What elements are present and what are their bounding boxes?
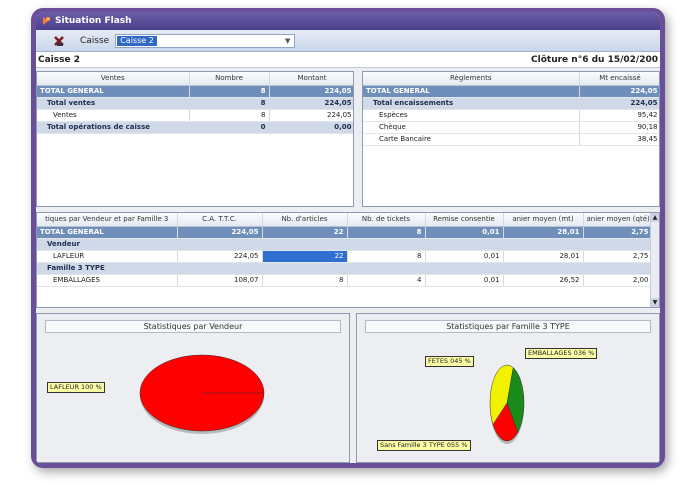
- selected-cell[interactable]: 22: [262, 250, 348, 263]
- row-label: TOTAL GENERAL: [363, 85, 580, 98]
- row-label: Ventes: [37, 109, 190, 122]
- cell: 2,75: [583, 226, 653, 239]
- row-label: Carte Bancaire: [363, 133, 580, 146]
- row-montant: 224,05: [579, 85, 659, 98]
- scroll-down-icon[interactable]: ▼: [651, 298, 659, 307]
- table-row[interactable]: Total opérations de caisse 0 0,00: [37, 121, 353, 134]
- cell: 2,00: [583, 274, 653, 287]
- cell: 26,52: [503, 274, 584, 287]
- table-row[interactable]: Chèque 90,18: [363, 121, 659, 134]
- row-montant: 224,05: [269, 109, 353, 122]
- col-ca-ttc[interactable]: C.A. T.T.C.: [177, 213, 263, 227]
- cell: 224,05: [177, 250, 263, 263]
- chevron-down-icon[interactable]: ▼: [283, 37, 292, 46]
- reglements-table: Règlements Mt encaissé TOTAL GENERAL 224…: [362, 71, 660, 207]
- table-row[interactable]: LAFLEUR 224,05 22 8 0,01 28,01 2,75: [37, 250, 653, 263]
- chart-famille-panel: Statistiques par Famille 3 TYPE FETES 04…: [356, 313, 660, 463]
- caisse-name: Caisse 2: [38, 54, 80, 65]
- col-remise[interactable]: Remise consentie: [425, 213, 504, 227]
- row-label: Chèque: [363, 121, 580, 134]
- caisse-selected-value: Caisse 2: [117, 35, 157, 46]
- cell: 0,01: [425, 274, 504, 287]
- caisse-select[interactable]: Caisse 2 ▼: [115, 33, 296, 48]
- title-bar[interactable]: Situation Flash: [36, 12, 660, 30]
- col-panier-qte[interactable]: anier moyen (qté): [583, 213, 653, 227]
- chart-label-fetes: FETES 045 %: [425, 356, 474, 367]
- group-row[interactable]: Famille 3 TYPE: [37, 262, 653, 275]
- table-row[interactable]: TOTAL GENERAL 8 224,05: [37, 85, 353, 98]
- stats-scrollbar[interactable]: ▲ ▼: [650, 213, 659, 307]
- cell: 8: [262, 274, 348, 287]
- col-stat-label[interactable]: tiques par Vendeur et par Famille 3: [37, 213, 178, 227]
- col-nb-tickets[interactable]: Nb. de tickets: [347, 213, 426, 227]
- row-label: Total opérations de caisse: [37, 121, 190, 134]
- cell: 0,01: [425, 226, 504, 239]
- cell: 2,75: [583, 250, 653, 263]
- cell: 4: [347, 274, 426, 287]
- table-row[interactable]: Total encaissements 224,05: [363, 97, 659, 110]
- row-label: TOTAL GENERAL: [37, 226, 178, 239]
- row-montant: 95,42: [579, 109, 659, 122]
- window-body: Situation Flash Caisse Caisse 2 ▼ Caisse…: [36, 12, 660, 463]
- row-montant: 224,05: [579, 97, 659, 110]
- window-title: Situation Flash: [55, 16, 132, 26]
- col-montant[interactable]: Montant: [269, 72, 353, 86]
- cell: 28,01: [503, 226, 584, 239]
- table-row[interactable]: TOTAL GENERAL 224,05: [363, 85, 659, 98]
- row-label: TOTAL GENERAL: [37, 85, 190, 98]
- cell: 8: [347, 250, 426, 263]
- row-label: EMBALLAGES: [37, 274, 178, 287]
- info-bar: Caisse 2 Clôture n°6 du 15/02/200: [36, 52, 660, 68]
- row-montant: 90,18: [579, 121, 659, 134]
- row-label: Espèces: [363, 109, 580, 122]
- group-label: Famille 3 TYPE: [37, 262, 653, 275]
- table-row[interactable]: Ventes 8 224,05: [37, 109, 353, 122]
- group-label: Vendeur: [37, 238, 653, 251]
- table-row[interactable]: EMBALLAGES 108,07 8 4 0,01 26,52 2,00: [37, 274, 653, 287]
- cell: 22: [262, 226, 348, 239]
- row-label: LAFLEUR: [37, 250, 178, 263]
- ventes-table: Ventes Nombre Montant TOTAL GENERAL 8 22…: [36, 71, 354, 207]
- row-nombre: 8: [189, 97, 270, 110]
- table-row[interactable]: Carte Bancaire 38,45: [363, 133, 659, 146]
- scroll-up-icon[interactable]: ▲: [651, 213, 659, 222]
- cell: 28,01: [503, 250, 584, 263]
- col-nb-articles[interactable]: Nb. d'articles: [262, 213, 348, 227]
- row-montant: 0,00: [269, 121, 353, 134]
- row-label: Total encaissements: [363, 97, 580, 110]
- chart-vendeur-panel: Statistiques par Vendeur LAFLEUR 100 %: [36, 313, 350, 463]
- cell: 224,05: [177, 226, 263, 239]
- cell: 108,07: [177, 274, 263, 287]
- col-panier-mt[interactable]: anier moyen (mt): [503, 213, 584, 227]
- stats-table: tiques par Vendeur et par Famille 3 C.A.…: [36, 212, 660, 308]
- row-montant: 224,05: [269, 85, 353, 98]
- app-icon: [43, 17, 50, 25]
- col-mt-encaisse[interactable]: Mt encaissé: [579, 72, 659, 86]
- chart-label-sans-famille: Sans Famille 3 TYPE 055 %: [377, 440, 471, 451]
- cell: 0,01: [425, 250, 504, 263]
- caisse-label: Caisse: [80, 35, 110, 46]
- row-montant: 224,05: [269, 97, 353, 110]
- row-nombre: 0: [189, 121, 270, 134]
- col-nombre[interactable]: Nombre: [189, 72, 270, 86]
- window-frame: Situation Flash Caisse Caisse 2 ▼ Caisse…: [31, 8, 665, 468]
- close-tool-icon[interactable]: [52, 34, 66, 48]
- cloture-info: Clôture n°6 du 15/02/200: [531, 54, 658, 65]
- col-ventes[interactable]: Ventes: [37, 72, 190, 86]
- row-nombre: 8: [189, 85, 270, 98]
- table-row[interactable]: Total ventes 8 224,05: [37, 97, 353, 110]
- chart-label-emballages: EMBALLAGES 036 %: [525, 348, 598, 359]
- chart-label-lafleur: LAFLEUR 100 %: [47, 382, 105, 393]
- row-label: Total ventes: [37, 97, 190, 110]
- toolbar: Caisse Caisse 2 ▼: [36, 30, 660, 52]
- col-reglements[interactable]: Règlements: [363, 72, 580, 86]
- group-row[interactable]: Vendeur: [37, 238, 653, 251]
- table-row[interactable]: Espèces 95,42: [363, 109, 659, 122]
- row-montant: 38,45: [579, 133, 659, 146]
- table-row[interactable]: TOTAL GENERAL 224,05 22 8 0,01 28,01 2,7…: [37, 226, 653, 239]
- cell: 8: [347, 226, 426, 239]
- row-nombre: 8: [189, 109, 270, 122]
